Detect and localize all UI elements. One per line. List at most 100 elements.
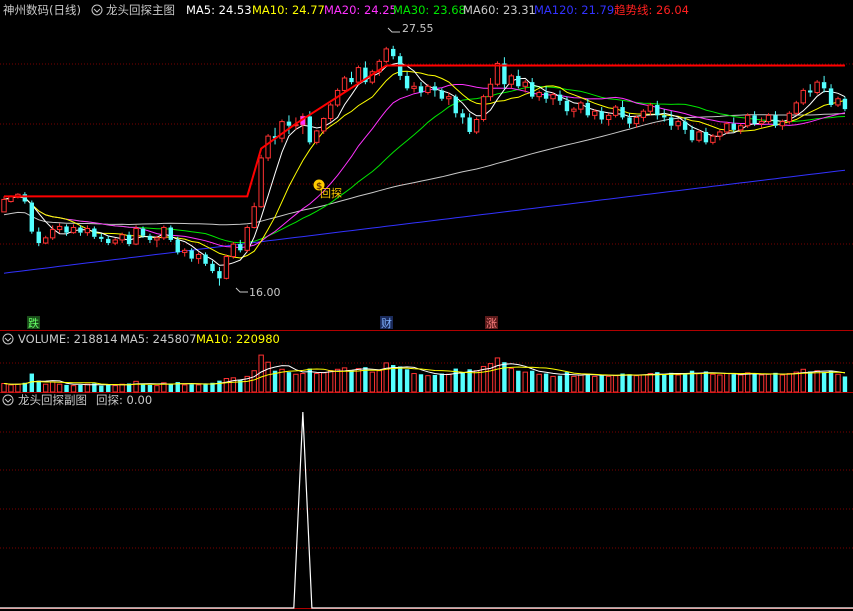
volume-bar — [78, 384, 83, 392]
stock-name[interactable]: 神州数码(日线) — [3, 3, 81, 17]
candle — [793, 100, 799, 116]
sub-formula-name[interactable]: 龙头回探副图 — [18, 393, 87, 407]
volume-bar — [571, 375, 577, 393]
volume-bar — [446, 373, 452, 393]
candle-body — [161, 226, 167, 239]
candle-body — [182, 249, 188, 253]
volume-bar — [605, 375, 612, 393]
volume-bar — [99, 385, 104, 392]
candle-body — [710, 135, 716, 143]
candle-body — [119, 234, 125, 241]
volume-bar — [1, 382, 7, 393]
candle-body — [106, 238, 111, 244]
candle-body — [64, 226, 69, 233]
volume-bar — [786, 373, 793, 393]
volume-bar — [516, 370, 521, 392]
candle-body — [480, 96, 487, 121]
volume-bar — [647, 373, 654, 393]
candle-body — [383, 48, 389, 62]
candle-body — [752, 115, 757, 124]
ma5-value: MA5: 24.53 — [186, 3, 252, 17]
volume-bar — [286, 372, 292, 392]
candle — [314, 129, 320, 145]
volume-bar — [327, 370, 334, 393]
formula-name[interactable]: 龙头回探主图 — [106, 3, 175, 17]
volume-bar — [494, 357, 501, 393]
candle-body — [487, 83, 494, 98]
candle — [383, 46, 389, 64]
candle-body — [599, 111, 604, 120]
candle-body — [460, 113, 465, 118]
candle-body — [557, 94, 563, 101]
volume-bar — [627, 374, 632, 392]
volume-bar — [710, 373, 716, 393]
candle-body — [717, 131, 723, 137]
candle-body — [502, 63, 507, 85]
candle-body — [349, 77, 354, 83]
event-rise: 涨 — [486, 317, 497, 330]
volume-bar — [251, 370, 257, 393]
volume-bar — [738, 374, 744, 393]
candle-body — [821, 82, 827, 89]
candle-body — [78, 227, 83, 233]
volume-bar — [808, 371, 813, 392]
volume-bar — [29, 373, 34, 392]
candle — [786, 111, 793, 124]
candle-body — [258, 157, 264, 208]
candle-body — [828, 88, 834, 105]
candle — [744, 113, 751, 128]
candle-body — [238, 244, 243, 251]
volume-bar — [36, 380, 41, 392]
volume-bar — [84, 383, 91, 393]
candle-body — [662, 115, 667, 118]
candle-body — [842, 98, 848, 110]
trend-value: 趋势线: 26.04 — [614, 3, 689, 17]
volume-ma5: MA5: 245807 — [120, 332, 197, 346]
volume-bar — [536, 373, 542, 393]
candle-body — [217, 271, 222, 279]
candle-body — [814, 81, 820, 94]
volume-bar — [675, 374, 681, 393]
volume-bar — [230, 377, 237, 393]
volume-bar — [682, 373, 688, 392]
candle-body — [620, 107, 625, 118]
candle — [327, 102, 334, 122]
volume-bar — [696, 373, 702, 393]
candle-body — [92, 228, 97, 237]
candle — [612, 104, 619, 118]
volume-bar — [502, 362, 507, 392]
volume-bar — [265, 361, 271, 393]
volume-bar — [397, 366, 403, 392]
volume-bar — [293, 373, 299, 393]
candle-body — [321, 117, 327, 132]
volume-header: VOLUME: 218814 MA5: 245807 MA10: 220980 — [2, 332, 280, 346]
candle — [842, 96, 848, 112]
candle-body — [669, 117, 674, 126]
volume-bar — [70, 385, 77, 393]
volume-bar — [731, 374, 736, 392]
volume-bar — [140, 384, 146, 392]
candle-body — [738, 125, 744, 131]
candle-body — [655, 104, 660, 116]
candle-body — [84, 228, 91, 234]
volume-bar — [765, 373, 772, 393]
volume-bar — [321, 372, 327, 393]
stock-chart[interactable]: 神州数码(日线) 龙头回探主图 MA5: 24.53 MA10: 24.77 M… — [0, 0, 853, 611]
candle-body — [578, 102, 584, 110]
candle-body — [147, 235, 153, 240]
volume-bar — [557, 375, 563, 392]
candle-body — [251, 206, 257, 228]
event-fall: 跌 — [28, 316, 39, 330]
candle-body — [432, 86, 438, 91]
volume-bar — [112, 385, 118, 393]
candle — [265, 134, 271, 162]
candle-body — [543, 92, 549, 99]
volume-bar — [508, 368, 515, 393]
candle-body — [189, 250, 194, 259]
volume-bar — [195, 384, 202, 393]
candle-body — [126, 234, 132, 245]
volume-bar — [744, 372, 751, 393]
volume-bar — [480, 365, 487, 393]
candle-body — [508, 75, 515, 85]
candle-body — [592, 110, 598, 116]
